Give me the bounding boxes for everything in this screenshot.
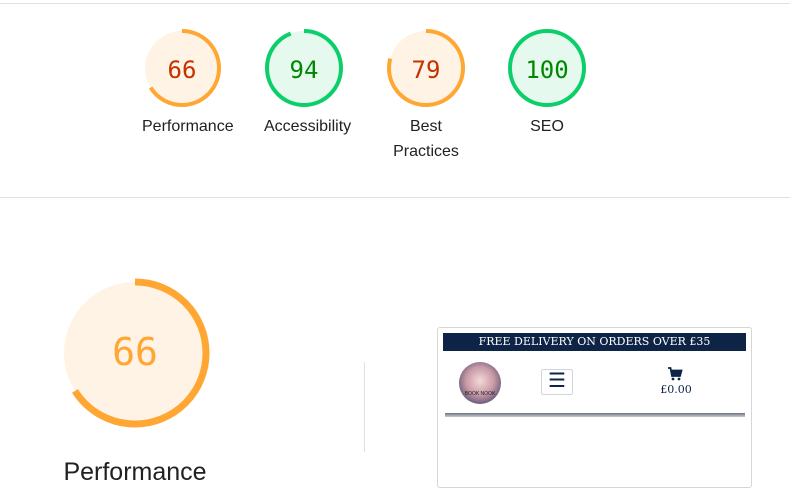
gauge-score: 94 bbox=[290, 56, 319, 84]
gauge-best-practices[interactable]: 79 Best Practices bbox=[386, 28, 466, 164]
cart-total: £0.00 bbox=[660, 383, 692, 396]
delivery-banner: FREE DELIVERY ON ORDERS OVER £35 bbox=[443, 333, 746, 351]
gauge-score: 100 bbox=[525, 56, 568, 84]
gauge-label: Accessibility bbox=[264, 118, 352, 135]
gauge-label: Best Practices bbox=[393, 118, 459, 160]
gauge-seo-ring: 100 bbox=[508, 29, 586, 107]
gauge-seo[interactable]: 100 SEO bbox=[507, 28, 587, 139]
vertical-divider bbox=[364, 362, 365, 452]
gauge-accessibility[interactable]: 94 Accessibility bbox=[264, 28, 352, 139]
hamburger-icon: ☰ bbox=[541, 369, 573, 395]
gauge-performance-ring: 66 bbox=[143, 29, 221, 107]
header-shadow bbox=[445, 413, 745, 417]
section-divider bbox=[0, 197, 790, 198]
gauge-label: Performance bbox=[142, 118, 234, 135]
gauge-score: 79 bbox=[412, 56, 441, 84]
gauge-score: 66 bbox=[168, 56, 197, 84]
final-screenshot-thumbnail[interactable]: FREE DELIVERY ON ORDERS OVER £35 BOOK NO… bbox=[437, 327, 752, 488]
performance-title: Performance bbox=[63, 458, 207, 486]
gauge-accessibility-ring: 94 bbox=[265, 29, 343, 107]
cart-icon bbox=[668, 367, 683, 381]
gauge-best-practices-ring: 79 bbox=[387, 29, 465, 107]
top-divider bbox=[0, 3, 790, 4]
performance-score-large: 66 bbox=[112, 330, 158, 374]
gauge-label: SEO bbox=[530, 118, 564, 135]
performance-gauge-large: 66 bbox=[60, 278, 210, 428]
gauge-performance[interactable]: 66 Performance bbox=[142, 28, 234, 139]
site-logo: BOOK NOOK bbox=[459, 362, 501, 404]
logo-text: BOOK NOOK bbox=[464, 391, 496, 397]
performance-ring-large: 66 bbox=[60, 278, 210, 428]
